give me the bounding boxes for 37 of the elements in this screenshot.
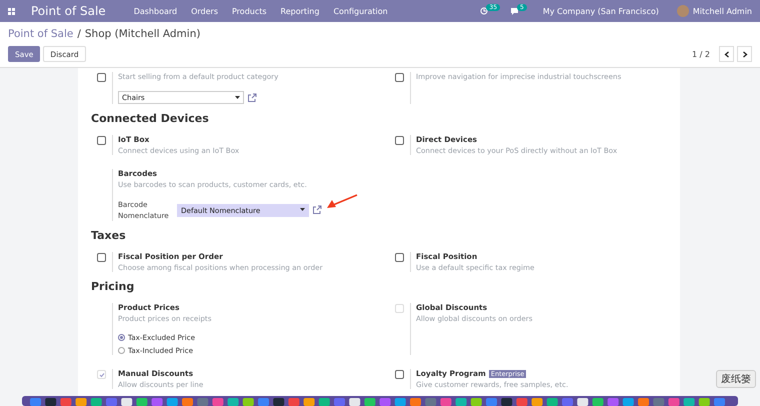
menu-item[interactable]: Configuration [333,6,388,16]
next-button[interactable] [737,46,752,62]
checkbox[interactable] [395,253,404,262]
chat-icon[interactable] [510,7,520,15]
checkbox[interactable] [395,370,404,379]
section-heading: Pricing [91,280,136,293]
user-name[interactable]: Mitchell Admin [692,6,752,16]
breadcrumb-current: Shop (Mitchell Admin) [84,28,200,40]
previous-button[interactable] [719,46,734,62]
breadcrumb-link[interactable]: Point of Sale [8,28,74,40]
section-heading: Connected Devices [91,112,210,125]
company-switcher[interactable]: My Company (San Francisco) [542,6,659,16]
checkbox[interactable] [395,136,404,145]
menu-item[interactable]: Reporting [280,6,320,16]
external-link-icon[interactable] [247,92,257,102]
chevron-right-icon [742,50,748,58]
checkbox[interactable] [97,136,106,145]
checkbox[interactable] [97,73,106,82]
annotation-arrow [325,194,359,210]
dock-tooltip: 废纸篓 [716,370,756,388]
clock-icon[interactable] [480,7,488,15]
menu-item[interactable]: Products [232,6,267,16]
app-name[interactable]: Point of Sale [31,4,106,18]
menu-item[interactable]: Orders [191,6,218,16]
pager-counter: 1 / 2 [692,50,710,58]
apps-menu-icon[interactable] [8,8,15,14]
radio-button[interactable] [118,334,125,341]
section-heading: Taxes [91,229,127,242]
breadcrumb-separator: / [77,28,81,40]
checkbox[interactable] [97,253,106,262]
external-link-icon[interactable] [312,205,322,215]
chevron-left-icon [724,50,730,58]
caret-icon [300,208,305,212]
radio-button[interactable] [118,347,125,354]
caret-icon [235,96,240,100]
menu-item[interactable]: Dashboard [134,6,178,16]
checkbox[interactable] [395,73,404,82]
